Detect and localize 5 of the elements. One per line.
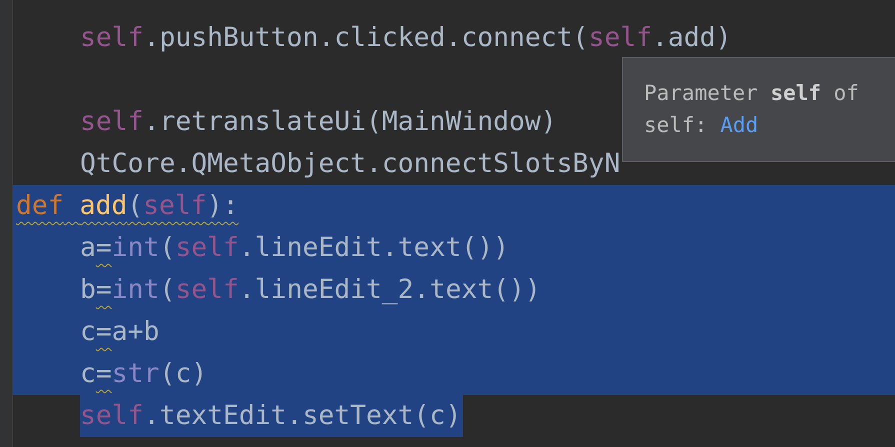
- selection-highlight: self.textEdit.setText(c): [80, 395, 464, 437]
- tooltip-heading: Parameter self of: [644, 80, 859, 107]
- type-link[interactable]: Add: [720, 109, 758, 141]
- tooltip-type-label: self:: [644, 112, 708, 139]
- code-editor: self.pushButton.clicked.connect(self.add) self.retranslateUi(MainWindow) QtCore.QMetaObject.connectSlotsByN def add(self): a=int(self.lineEdit.text()) b=int(self.lineEdit_2.text()) c=a+b c=str(c) self.textEdit.setText(c) Parameter self of self: Add: [0, 0, 895, 447]
